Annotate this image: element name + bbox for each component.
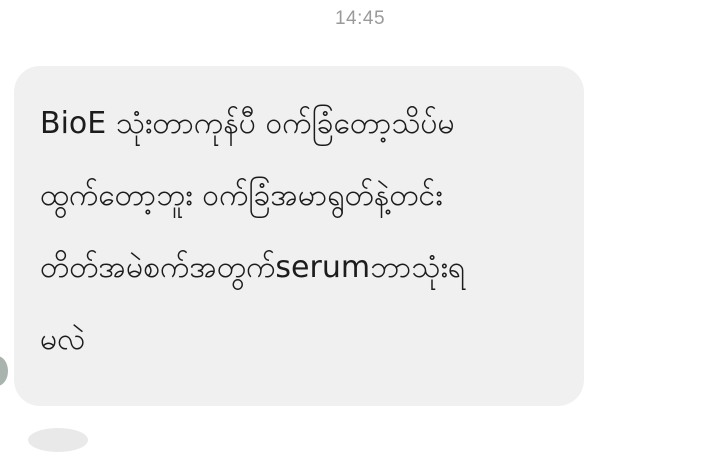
received-message-bubble[interactable]: BioE သုံးတာကုန်ပီ ဝက်ခြံတော့သိပ်မ ထွက်တေ… [14,66,584,406]
next-message-bubble-edge [28,428,88,452]
message-text-line: မလဲ [40,322,86,357]
sender-avatar[interactable] [0,356,8,386]
message-text-line: BioE သုံးတာကုန်ပီ ဝက်ခြံတော့သိပ်မ [40,106,455,141]
message-text-line: တိတ်အမဲစက်အတွက်serumဘာသုံးရ [40,250,466,285]
message-text-line: ထွက်တော့ဘူး ဝက်ခြံအမာရွတ်နဲ့တင်း [40,178,443,213]
message-timestamp: 14:45 [334,8,386,29]
